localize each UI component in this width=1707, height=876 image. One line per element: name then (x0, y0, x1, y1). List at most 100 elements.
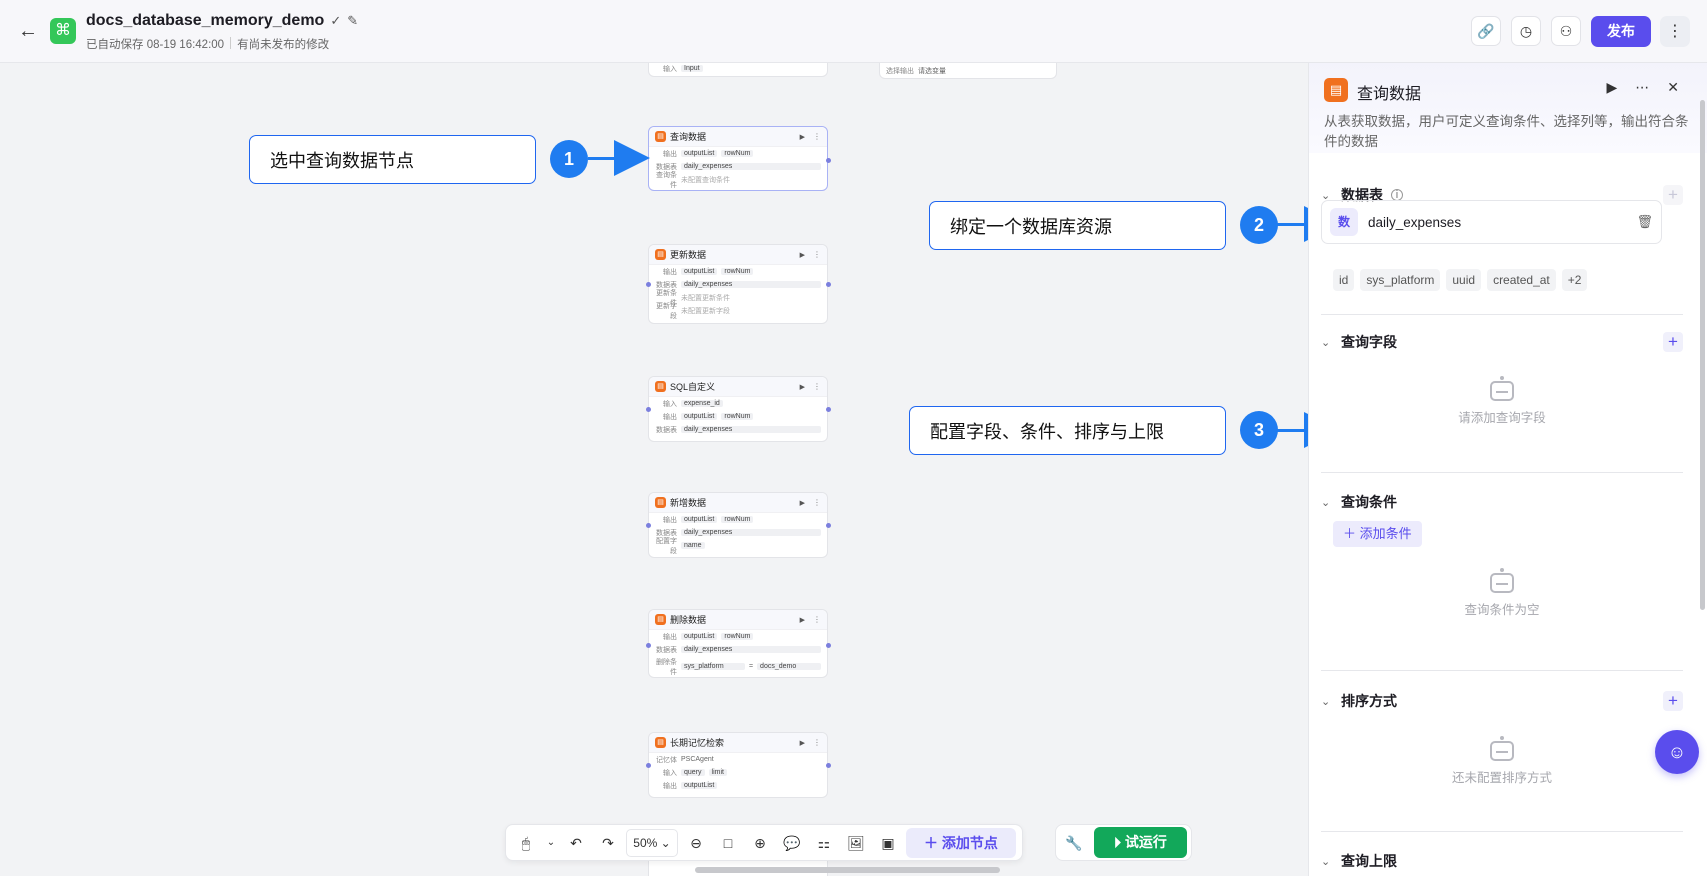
node-query-data[interactable]: ▤ 查询数据 ▶ ⋮ 输出 outputList rowNum 数据表 daily_e… (648, 126, 831, 191)
database-card[interactable]: 数 daily_expenses 🗑 (1321, 200, 1662, 244)
more-menu-button[interactable]: ⋮ (1660, 16, 1690, 47)
node-update-data[interactable]: ▤ 更新数据 ▶ ⋮ 输出 outputList rowNum 数据表 daily_e… (646, 244, 831, 324)
add-sort-button[interactable]: + (1663, 691, 1683, 711)
field-tag: sys_platform (1360, 269, 1441, 291)
zoom-select[interactable]: 50% ⌄ (626, 828, 678, 857)
play-icon[interactable]: ▶ (800, 133, 805, 141)
more-vertical-icon[interactable]: ⋮ (813, 498, 821, 507)
field-tag-more[interactable]: +2 (1561, 269, 1588, 291)
layout-icon[interactable]: ⚏ (810, 829, 838, 857)
node-chip: outputList (681, 413, 718, 420)
zoom-out-icon[interactable]: ⊖ (682, 829, 710, 857)
horizontal-scrollbar[interactable] (695, 867, 1000, 873)
assistant-button[interactable]: ☺ (1655, 730, 1699, 774)
play-icon[interactable]: ▶ (800, 383, 805, 391)
history-button[interactable]: ◷ (1511, 16, 1541, 46)
query-conditions-section: ⌄ 查询条件 (1321, 490, 1683, 514)
add-condition-label: 添加条件 (1359, 526, 1412, 541)
panel-description: 从表获取数据，用户可定义查询条件、选择列等，输出符合条件的数据 (1324, 114, 1689, 149)
section-header[interactable]: ⌄ 查询字段 (1321, 330, 1683, 354)
minimap-icon[interactable]: ▣ (874, 829, 902, 857)
workflow-node[interactable]: 输入 Input (648, 63, 828, 77)
input-port[interactable] (646, 282, 651, 287)
test-run-button[interactable]: ⏵ 试运行 (1094, 827, 1187, 858)
wrench-icon[interactable]: 🔧 (1060, 829, 1088, 857)
add-node-button[interactable]: ＋ 添加节点 (906, 827, 1016, 858)
more-vertical-icon[interactable]: ⋮ (813, 250, 821, 259)
output-port[interactable] (826, 158, 831, 163)
input-port[interactable] (646, 643, 651, 648)
input-port[interactable] (646, 523, 651, 528)
play-icon[interactable]: ▶ (800, 616, 805, 624)
collaborator-button[interactable]: ⚇ (1551, 16, 1581, 46)
callout-text: 选中查询数据节点 (270, 150, 414, 171)
add-condition-button[interactable]: ＋ 添加条件 (1333, 521, 1422, 547)
comment-icon[interactable]: 💬 (778, 829, 806, 857)
divider (1321, 314, 1683, 315)
output-port[interactable] (826, 282, 831, 287)
publish-button[interactable]: 发布 (1591, 16, 1651, 47)
chevron-down-icon[interactable]: ⌄ (1321, 336, 1333, 349)
play-icon[interactable]: ▶ (800, 499, 805, 507)
vertical-scrollbar[interactable] (1700, 100, 1705, 610)
database-icon: ▤ (655, 497, 666, 508)
output-port[interactable] (826, 763, 831, 768)
zoom-in-icon[interactable]: ⊕ (746, 829, 774, 857)
chevron-down-icon[interactable]: ⌄ (1321, 695, 1333, 708)
callout-text: 配置字段、条件、排序与上限 (930, 421, 1164, 442)
panel-title: 查询数据 (1357, 86, 1422, 103)
chevron-down-icon[interactable]: ⌄ (1321, 855, 1333, 868)
add-node-label: 添加节点 (941, 834, 998, 851)
output-port[interactable] (826, 643, 831, 648)
section-header[interactable]: ⌄ 查询上限 (1321, 849, 1683, 873)
play-icon[interactable]: ▶ (1606, 79, 1617, 96)
node-bar: daily_expenses (681, 646, 821, 653)
add-table-button[interactable]: + (1663, 185, 1683, 205)
more-vertical-icon[interactable]: ⋮ (813, 382, 821, 391)
chevron-down-icon[interactable]: ⌄ (1321, 496, 1333, 509)
trash-icon[interactable]: 🗑 (1636, 214, 1653, 230)
memory-icon: ▤ (655, 737, 666, 748)
node-row: 输出 outputList rowNum (649, 147, 827, 160)
more-horizontal-icon[interactable]: ⋯ (1635, 79, 1649, 96)
more-vertical-icon[interactable]: ⋮ (813, 738, 821, 747)
arrow-left-icon[interactable]: ← (18, 20, 40, 42)
node-row: 删除条件 sys_platform = docs_demo (649, 659, 827, 676)
input-port[interactable] (646, 763, 651, 768)
workflow-canvas[interactable]: 输入 Input 选择输出 请选变量 ▤ 查询数据 ▶ ⋮ 输出 outputLi… (0, 63, 1308, 876)
redo-icon[interactable]: ↷ (594, 829, 622, 857)
link-button[interactable]: 🔗 (1471, 16, 1501, 46)
chevron-down-icon[interactable]: ⌄ (544, 829, 558, 857)
close-icon[interactable]: ✕ (1667, 79, 1679, 96)
input-port[interactable] (646, 407, 651, 412)
node-row: 选择输出 请选变量 (880, 64, 1056, 77)
node-long-memory-search[interactable]: ▤ 长期记忆检索 ▶ ⋮ 记忆体 PSCAgent 输入 query limit 输出… (646, 732, 831, 798)
output-port[interactable] (826, 407, 831, 412)
image-icon[interactable]: 🖼 (842, 829, 870, 857)
workflow-node[interactable]: 选择输出 请选变量 (879, 63, 1057, 79)
node-delete-data[interactable]: ▤ 删除数据 ▶ ⋮ 输出 outputList rowNum 数据表 daily_e… (646, 609, 831, 678)
more-vertical-icon[interactable]: ⋮ (813, 615, 821, 624)
mouse-icon[interactable]: 🖱 (512, 829, 540, 857)
edit-icon[interactable]: ✎ (347, 13, 358, 29)
robot-icon (1490, 568, 1514, 593)
node-bar: daily_expenses (681, 281, 821, 288)
app-icon: ⌘ (50, 18, 76, 44)
play-icon[interactable]: ▶ (800, 739, 805, 747)
node-row-key: 数据表 (656, 426, 677, 434)
node-insert-data[interactable]: ▤ 新增数据 ▶ ⋮ 输出 outputList rowNum 数据表 daily_e… (646, 492, 831, 558)
node-row-key: 更新字段 (656, 302, 677, 320)
node-row-key: 查询条件 (656, 171, 677, 189)
section-header[interactable]: ⌄ 排序方式 (1321, 689, 1683, 713)
node-sql-custom[interactable]: ▤ SQL自定义 ▶ ⋮ 输入 expense_id 输出 outputList ro… (646, 376, 831, 442)
output-port[interactable] (826, 523, 831, 528)
node-row-key: 输出 (663, 150, 677, 158)
play-icon[interactable]: ▶ (800, 251, 805, 259)
fit-view-icon[interactable]: □ (714, 829, 742, 857)
clock-icon: ◷ (1519, 23, 1533, 39)
callout-1: 选中查询数据节点 (249, 135, 536, 184)
add-field-button[interactable]: + (1663, 332, 1683, 352)
undo-icon[interactable]: ↶ (562, 829, 590, 857)
section-header[interactable]: ⌄ 查询条件 (1321, 490, 1683, 514)
more-vertical-icon[interactable]: ⋮ (813, 132, 821, 141)
